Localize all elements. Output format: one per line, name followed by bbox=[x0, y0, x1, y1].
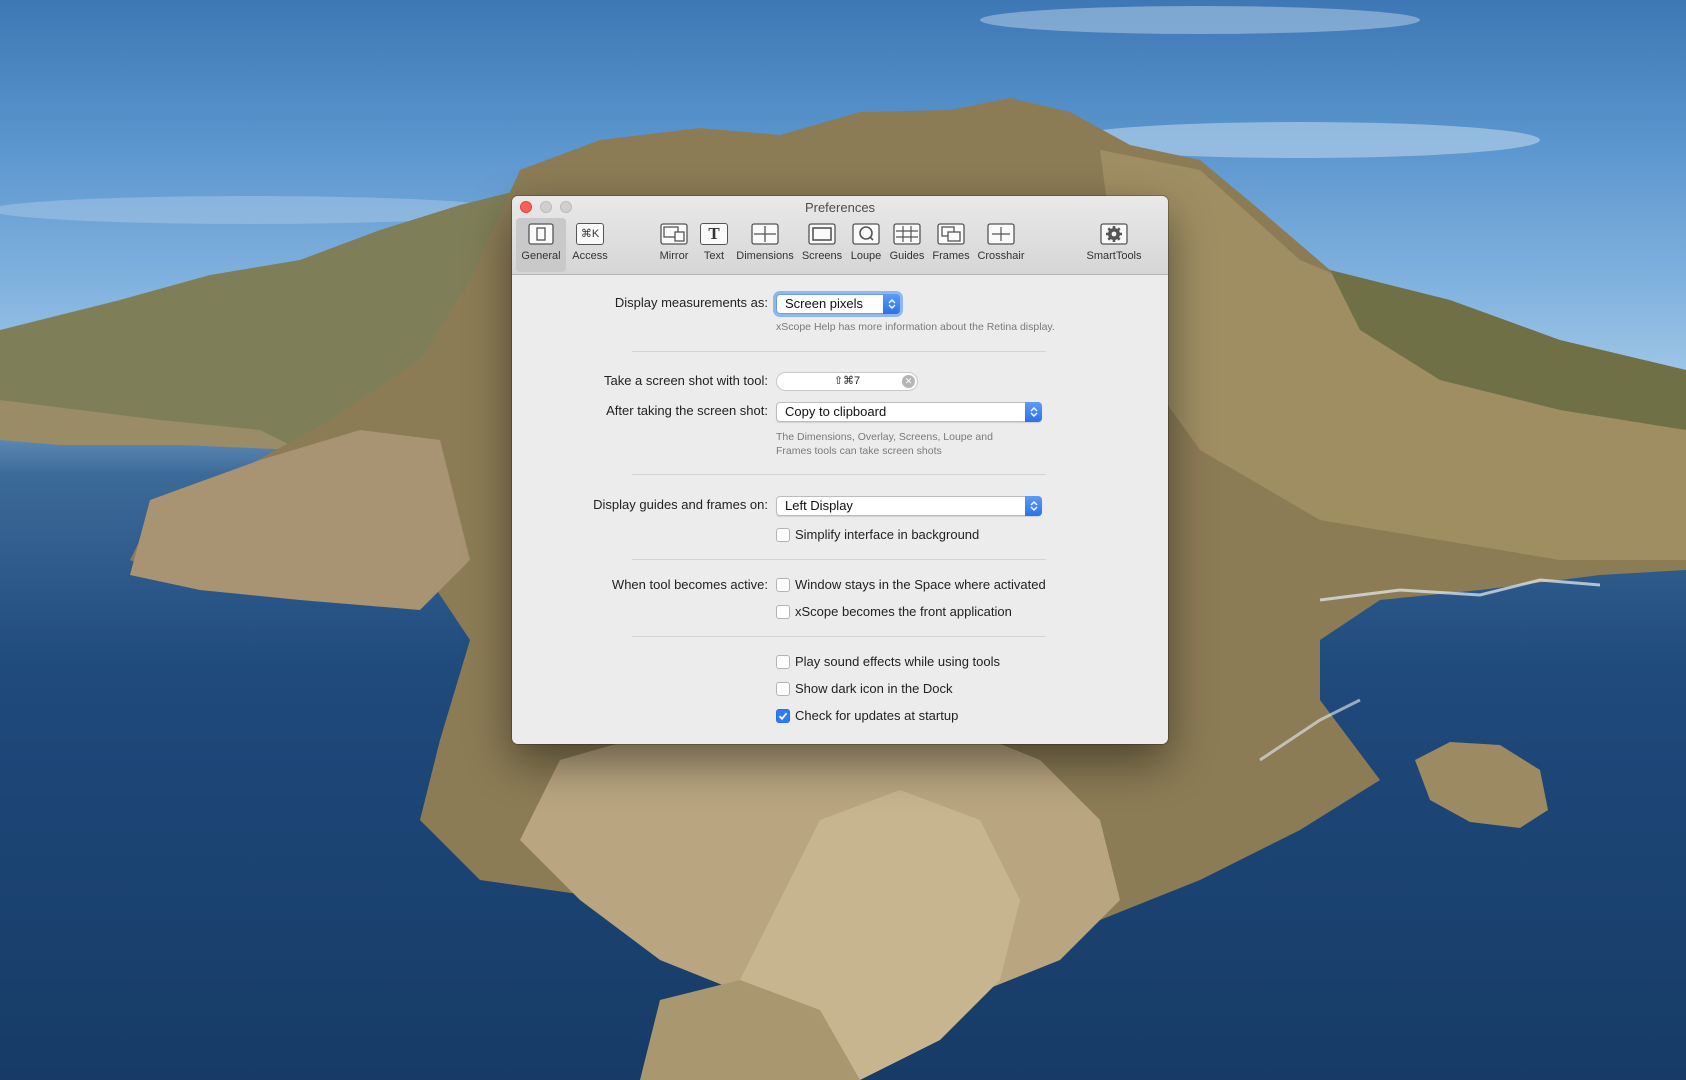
sound-effects-checkbox[interactable] bbox=[776, 654, 790, 669]
chevron-updown-icon bbox=[1025, 496, 1042, 516]
toolbar-label-screens: Screens bbox=[801, 250, 843, 262]
separator bbox=[632, 636, 1046, 637]
check-updates-checkbox[interactable] bbox=[776, 708, 790, 723]
tool-active-label: When tool becomes active: bbox=[611, 577, 768, 592]
toolbar-item-guides[interactable]: Guides bbox=[886, 218, 928, 272]
window-stays-label: Window stays in the Space where activate… bbox=[795, 577, 1046, 592]
check-updates-option[interactable]: Check for updates at startup bbox=[776, 708, 958, 723]
window-title: Preferences bbox=[804, 200, 876, 215]
mirror-icon bbox=[660, 222, 688, 246]
check-updates-label: Check for updates at startup bbox=[795, 708, 959, 723]
toolbar-item-mirror[interactable]: Mirror bbox=[652, 218, 696, 272]
screenshot-shortcut-value: ⇧⌘7 bbox=[833, 375, 861, 387]
checkmark-icon bbox=[778, 712, 788, 720]
window-titlebar[interactable]: Preferences General ⌘K Access Mirror T T… bbox=[512, 196, 1168, 275]
toolbar-label-general: General bbox=[521, 250, 561, 262]
toolbar-label-loupe: Loupe bbox=[850, 250, 882, 262]
screens-icon bbox=[808, 222, 836, 246]
toolbar-item-crosshair[interactable]: Crosshair bbox=[974, 218, 1028, 272]
preferences-window: Preferences General ⌘K Access Mirror T T… bbox=[512, 196, 1168, 744]
screenshot-hint-line1: The Dimensions, Overlay, Screens, Loupe … bbox=[776, 431, 993, 443]
toolbar-label-mirror: Mirror bbox=[659, 250, 689, 262]
dark-dock-icon-checkbox[interactable] bbox=[776, 681, 790, 696]
sound-effects-option[interactable]: Play sound effects while using tools bbox=[776, 654, 1000, 669]
display-measurements-label: Display measurements as: bbox=[614, 295, 768, 310]
screenshot-hint-line2: Frames tools can take screen shots bbox=[776, 445, 942, 457]
clear-shortcut-icon[interactable]: ✕ bbox=[902, 375, 915, 388]
guides-icon bbox=[893, 222, 921, 246]
front-application-checkbox[interactable] bbox=[776, 604, 790, 619]
window-stays-checkbox[interactable] bbox=[776, 577, 790, 592]
after-screenshot-value: Copy to clipboard bbox=[785, 404, 887, 419]
front-application-label: xScope becomes the front application bbox=[795, 604, 1012, 619]
toolbar-label-smarttools: SmartTools bbox=[1086, 250, 1142, 262]
gear-icon bbox=[1100, 222, 1128, 246]
simplify-interface-label: Simplify interface in background bbox=[795, 527, 980, 542]
text-glyph: T bbox=[700, 223, 728, 245]
dark-dock-icon-option[interactable]: Show dark icon in the Dock bbox=[776, 681, 953, 696]
chevron-updown-icon bbox=[1025, 402, 1042, 422]
guides-display-value: Left Display bbox=[785, 498, 853, 513]
after-screenshot-label: After taking the screen shot: bbox=[606, 403, 768, 418]
toolbar-item-access[interactable]: ⌘K Access bbox=[566, 218, 614, 272]
general-pane: Display measurements as: Screen pixels x… bbox=[512, 275, 1168, 744]
display-measurements-popup[interactable]: Screen pixels bbox=[776, 294, 900, 314]
toolbar-item-text[interactable]: T Text bbox=[696, 218, 732, 272]
simplify-interface-option[interactable]: Simplify interface in background bbox=[776, 527, 979, 542]
toolbar-label-access: Access bbox=[572, 250, 608, 262]
general-icon bbox=[527, 222, 555, 246]
separator bbox=[632, 351, 1046, 352]
keyboard-shortcut-icon: ⌘K bbox=[576, 222, 604, 246]
toolbar-label-dimensions: Dimensions bbox=[736, 250, 794, 262]
toolbar-item-screens[interactable]: Screens bbox=[798, 218, 846, 272]
access-glyph: ⌘K bbox=[576, 223, 604, 245]
simplify-interface-checkbox[interactable] bbox=[776, 527, 790, 542]
guides-display-popup[interactable]: Left Display bbox=[776, 496, 1042, 516]
crosshair-icon bbox=[987, 222, 1015, 246]
sound-effects-label: Play sound effects while using tools bbox=[795, 654, 1000, 669]
separator bbox=[632, 559, 1046, 560]
front-application-option[interactable]: xScope becomes the front application bbox=[776, 604, 1012, 619]
display-measurements-value: Screen pixels bbox=[785, 296, 864, 311]
toolbar-item-general[interactable]: General bbox=[516, 218, 566, 272]
chevron-updown-icon bbox=[883, 294, 900, 314]
toolbar-item-frames[interactable]: Frames bbox=[928, 218, 974, 272]
retina-hint-text: xScope Help has more information about t… bbox=[776, 321, 1055, 333]
screenshot-shortcut-field[interactable]: ⇧⌘7 ✕ bbox=[776, 372, 918, 391]
toolbar-label-crosshair: Crosshair bbox=[977, 250, 1025, 262]
frames-icon bbox=[937, 222, 965, 246]
window-stays-option[interactable]: Window stays in the Space where activate… bbox=[776, 577, 1046, 592]
dimensions-icon bbox=[751, 222, 779, 246]
toolbar-item-dimensions[interactable]: Dimensions bbox=[732, 218, 798, 272]
loupe-icon bbox=[852, 222, 880, 246]
dark-dock-icon-label: Show dark icon in the Dock bbox=[795, 681, 953, 696]
screenshot-tool-label: Take a screen shot with tool: bbox=[603, 373, 768, 388]
separator bbox=[632, 474, 1046, 475]
toolbar-label-guides: Guides bbox=[889, 250, 925, 262]
toolbar-label-text: Text bbox=[703, 250, 725, 262]
guides-display-label: Display guides and frames on: bbox=[593, 497, 768, 512]
toolbar-item-loupe[interactable]: Loupe bbox=[846, 218, 886, 272]
toolbar-label-frames: Frames bbox=[932, 250, 970, 262]
toolbar-item-smarttools[interactable]: SmartTools bbox=[1082, 218, 1146, 272]
text-icon: T bbox=[700, 222, 728, 246]
after-screenshot-popup[interactable]: Copy to clipboard bbox=[776, 402, 1042, 422]
